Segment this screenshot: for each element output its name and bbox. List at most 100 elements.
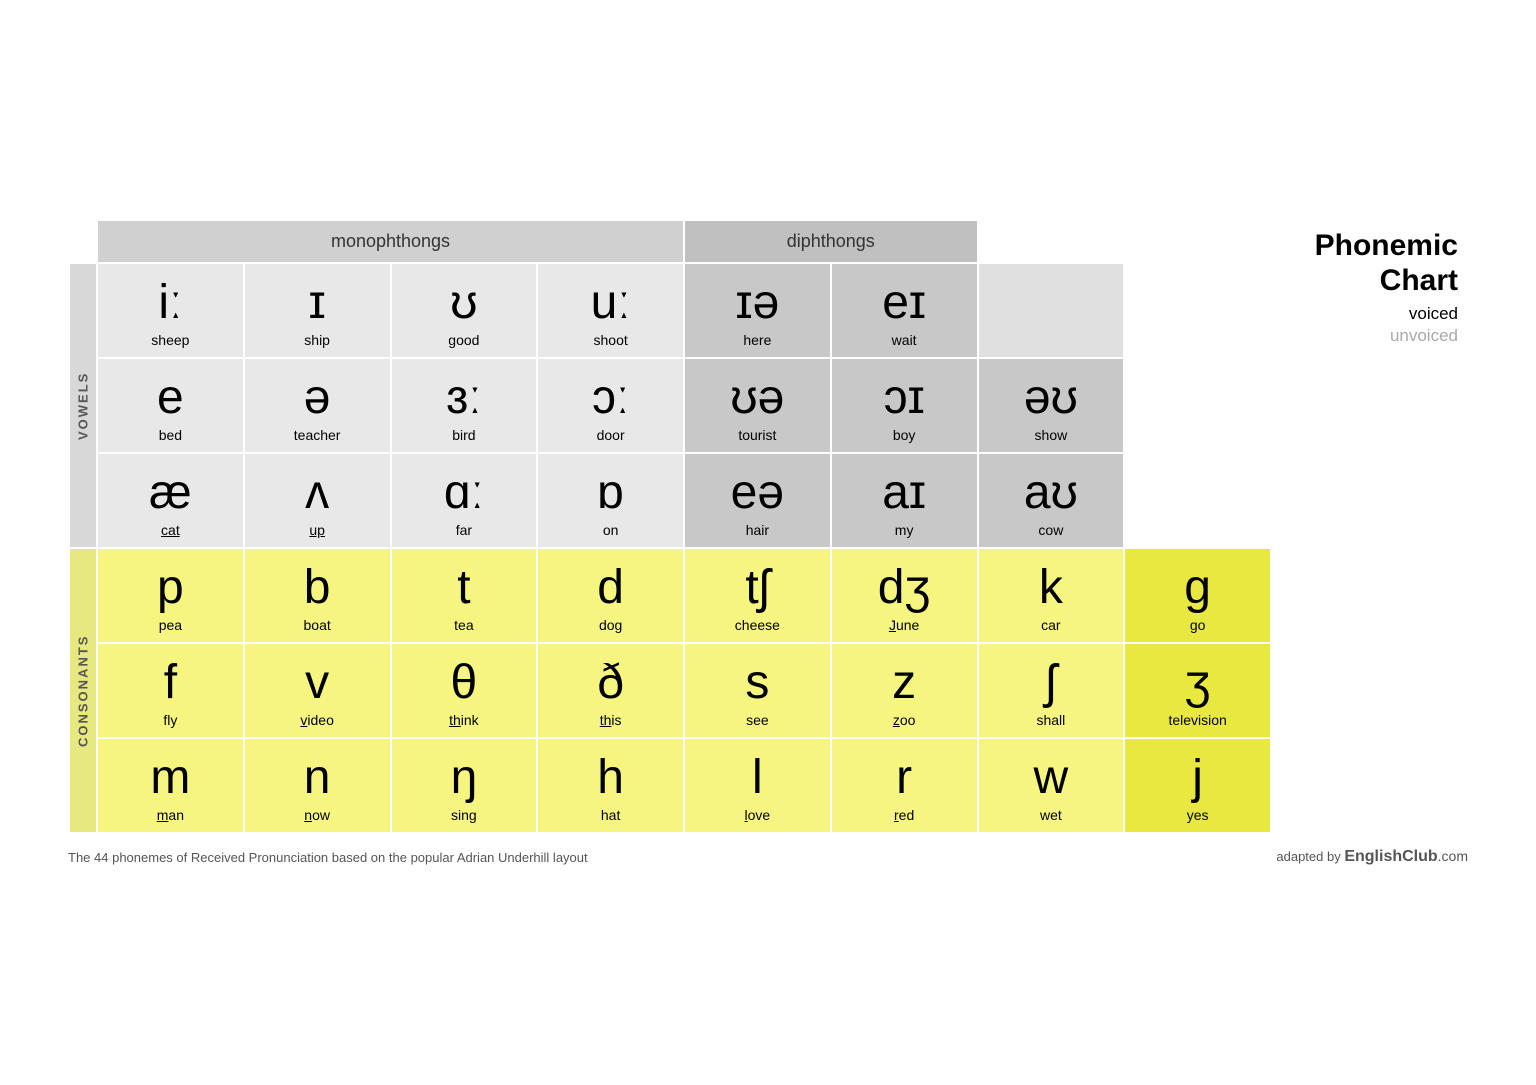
phoneme-word: up <box>249 522 386 538</box>
phoneme-word: June <box>836 617 973 633</box>
phoneme-cell: æ cat <box>97 453 244 548</box>
phoneme-word: now <box>249 807 386 823</box>
phoneme-symbol: ɔɪ <box>836 372 973 425</box>
phoneme-symbol: aʊ <box>983 467 1120 520</box>
chart-title-block: Phonemic Chart voiced unvoiced <box>1288 219 1468 346</box>
phoneme-cell: h hat <box>537 738 684 833</box>
phoneme-cell: w wet <box>978 738 1125 833</box>
phoneme-cell: d dog <box>537 548 684 643</box>
phoneme-cell: iː sheep <box>97 263 244 358</box>
phoneme-symbol: h <box>542 752 679 805</box>
phoneme-symbol: k <box>983 562 1120 615</box>
phoneme-symbol: ʃ <box>983 657 1120 710</box>
phoneme-word: see <box>689 712 826 728</box>
phoneme-symbol: eə <box>689 467 826 520</box>
phoneme-cell: ebed <box>97 358 244 453</box>
phoneme-symbol: dʒ <box>836 562 973 615</box>
phoneme-word: cat <box>102 522 239 538</box>
phoneme-cell: j yes <box>1124 738 1271 833</box>
phoneme-symbol: p <box>102 562 239 615</box>
phoneme-cell: ɪ ship <box>244 263 391 358</box>
phoneme-symbol: iː <box>102 277 239 330</box>
phoneme-symbol: ʒ <box>1129 657 1266 710</box>
phoneme-cell: r red <box>831 738 978 833</box>
phoneme-symbol: t <box>396 562 533 615</box>
monophthongs-header: monophthongs <box>97 220 684 263</box>
phoneme-word: dog <box>542 617 679 633</box>
phoneme-word: hair <box>689 522 826 538</box>
phoneme-cell: ʒtelevision <box>1124 643 1271 738</box>
phoneme-symbol: eɪ <box>836 277 973 330</box>
phoneme-symbol: d <box>542 562 679 615</box>
phoneme-word: on <box>542 522 679 538</box>
phoneme-word: wet <box>983 807 1120 823</box>
phoneme-cell: uːshoot <box>537 263 684 358</box>
chart-container: monophthongs diphthongs VOWELSiːsheepɪsh… <box>68 219 1272 834</box>
phoneme-cell: ffly <box>97 643 244 738</box>
phoneme-cell: l love <box>684 738 831 833</box>
phoneme-symbol: s <box>689 657 826 710</box>
phoneme-word: sing <box>396 807 533 823</box>
phoneme-cell: ʃshall <box>978 643 1125 738</box>
phoneme-symbol: m <box>102 752 239 805</box>
phoneme-cell: ɑːfar <box>391 453 538 548</box>
phoneme-symbol: ə <box>249 372 386 425</box>
phoneme-cell: b boat <box>244 548 391 643</box>
phoneme-symbol: l <box>689 752 826 805</box>
phoneme-cell: eə hair <box>684 453 831 548</box>
phoneme-word: hat <box>542 807 679 823</box>
unvoiced-label: unvoiced <box>1390 326 1458 346</box>
footer-text: The 44 phonemes of Received Pronunciatio… <box>68 850 588 865</box>
phoneme-symbol: ɔː <box>542 372 679 425</box>
phoneme-cell: s see <box>684 643 831 738</box>
phoneme-symbol: z <box>836 657 973 710</box>
phonemic-table: monophthongs diphthongs VOWELSiːsheepɪsh… <box>68 219 1272 834</box>
phoneme-word: door <box>542 427 679 443</box>
phoneme-symbol: əʊ <box>983 372 1120 425</box>
phoneme-symbol: tʃ <box>689 562 826 615</box>
phoneme-cell: ggo <box>1124 548 1271 643</box>
phoneme-word: show <box>983 427 1120 443</box>
phoneme-word: bed <box>102 427 239 443</box>
phoneme-word: car <box>983 617 1120 633</box>
phoneme-symbol: ɜː <box>396 372 533 425</box>
phoneme-word: red <box>836 807 973 823</box>
phoneme-symbol: w <box>983 752 1120 805</box>
phoneme-word: far <box>396 522 533 538</box>
phoneme-cell: z zoo <box>831 643 978 738</box>
phoneme-word: this <box>542 712 679 728</box>
phoneme-symbol: θ <box>396 657 533 710</box>
phoneme-word: boat <box>249 617 386 633</box>
phoneme-cell: tʃcheese <box>684 548 831 643</box>
phoneme-symbol: j <box>1129 752 1266 805</box>
phoneme-cell: aɪmy <box>831 453 978 548</box>
footer: The 44 phonemes of Received Pronunciatio… <box>68 848 1468 866</box>
phoneme-cell: əteacher <box>244 358 391 453</box>
phoneme-word: zoo <box>836 712 973 728</box>
phoneme-cell: eɪwait <box>831 263 978 358</box>
phoneme-symbol: uː <box>542 277 679 330</box>
phoneme-word: tea <box>396 617 533 633</box>
phoneme-word: sheep <box>102 332 239 348</box>
phoneme-symbol: ɪ <box>249 277 386 330</box>
phoneme-cell: ɜː bird <box>391 358 538 453</box>
phoneme-word: ship <box>249 332 386 348</box>
phoneme-symbol: v <box>249 657 386 710</box>
page-wrapper: monophthongs diphthongs VOWELSiːsheepɪsh… <box>68 219 1468 866</box>
phoneme-word: yes <box>1129 807 1266 823</box>
phoneme-symbol: æ <box>102 467 239 520</box>
empty-cell <box>978 263 1125 358</box>
phoneme-symbol: b <box>249 562 386 615</box>
phoneme-cell: ɔː door <box>537 358 684 453</box>
phoneme-cell: dʒ June <box>831 548 978 643</box>
phoneme-cell: ʌ up <box>244 453 391 548</box>
phoneme-word: bird <box>396 427 533 443</box>
phoneme-word: love <box>689 807 826 823</box>
phoneme-symbol: ʌ <box>249 467 386 520</box>
vowels-label: VOWELS <box>69 263 97 548</box>
phoneme-symbol: f <box>102 657 239 710</box>
phoneme-word: my <box>836 522 973 538</box>
phoneme-cell: ɒon <box>537 453 684 548</box>
phoneme-symbol: r <box>836 752 973 805</box>
phoneme-cell: ŋsing <box>391 738 538 833</box>
